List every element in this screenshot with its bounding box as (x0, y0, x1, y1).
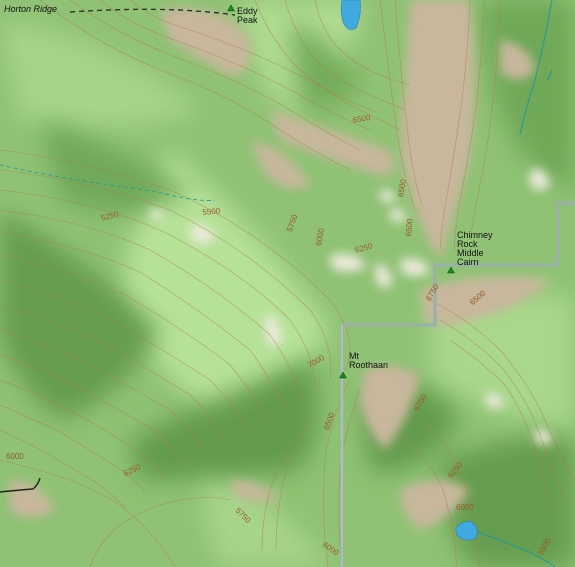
topographic-map[interactable]: Horton Ridge Eddy Peak Chimney Rock Midd… (0, 0, 575, 567)
map-canvas[interactable] (0, 0, 575, 567)
